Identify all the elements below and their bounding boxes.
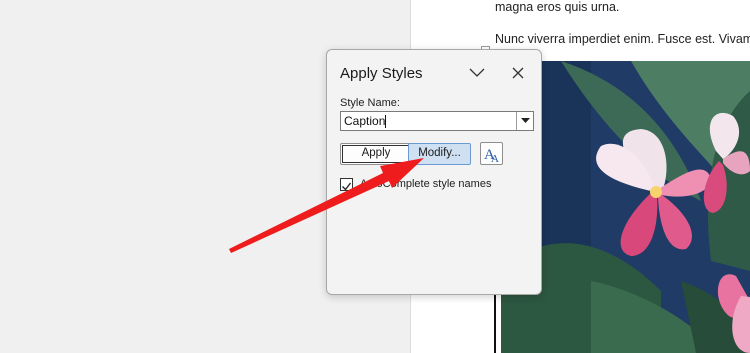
- autocomplete-label: AutoComplete style names: [360, 178, 492, 190]
- modify-button[interactable]: Modify...: [408, 143, 471, 165]
- chevron-down-icon[interactable]: [468, 66, 486, 80]
- apply-button[interactable]: Apply: [340, 143, 412, 165]
- document-text-line: magna eros quis urna.: [495, 0, 620, 14]
- close-icon[interactable]: [510, 65, 526, 81]
- styles-pane-icon[interactable]: A A: [480, 142, 503, 165]
- checkmark-icon: [342, 182, 352, 191]
- dialog-title: Apply Styles: [340, 65, 423, 82]
- style-name-input[interactable]: [341, 112, 517, 130]
- text-caret: [385, 115, 386, 128]
- dropdown-arrow-icon[interactable]: [516, 112, 533, 130]
- style-name-label: Style Name:: [340, 97, 400, 109]
- autocomplete-checkbox[interactable]: [340, 178, 353, 191]
- apply-styles-dialog: Apply Styles Style Name: Apply Modify...…: [326, 49, 542, 295]
- svg-text:A: A: [491, 153, 499, 164]
- style-name-combobox[interactable]: [340, 111, 534, 131]
- document-text-line: Nunc viverra imperdiet enim. Fusce est. …: [495, 32, 750, 46]
